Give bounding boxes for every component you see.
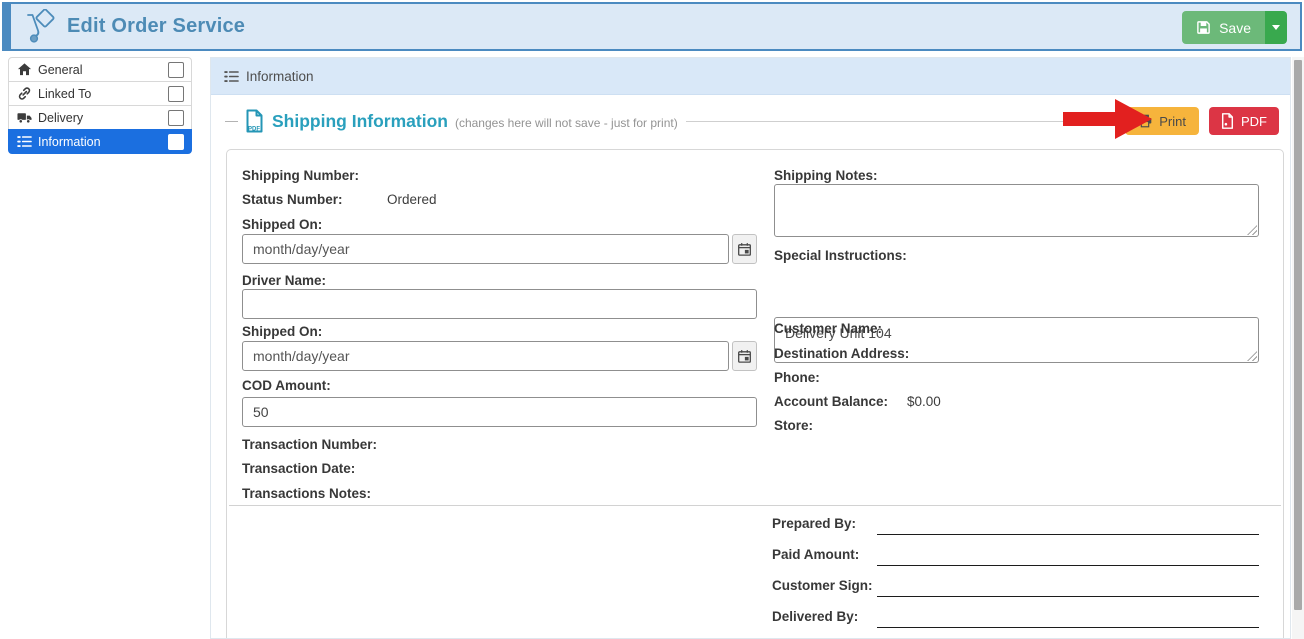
shipped-on-2-date-input[interactable] — [242, 341, 729, 371]
paid-amount-row: Paid Amount: — [772, 542, 1259, 573]
panel-header: Information — [211, 58, 1290, 95]
delivered-by-row: Delivered By: — [772, 604, 1259, 635]
home-icon — [17, 62, 32, 77]
shipped-on-2-label: Shipped On: — [242, 324, 322, 339]
paid-amount-line — [877, 565, 1259, 566]
pdf-button-label: PDF — [1241, 114, 1267, 129]
special-instructions-label: Special Instructions: — [774, 248, 907, 263]
section-divider — [229, 505, 1281, 506]
pdf-file-icon — [1221, 113, 1234, 129]
truck-icon — [17, 110, 32, 125]
shipped-on-2-date-group — [242, 341, 757, 371]
print-button-label: Print — [1159, 114, 1186, 129]
phone-label: Phone: — [774, 370, 820, 385]
cod-amount-label: COD Amount: — [242, 378, 331, 393]
account-balance-label: Account Balance: — [774, 394, 888, 409]
save-button-group: Save — [1182, 11, 1287, 44]
store-label: Store: — [774, 418, 813, 433]
paid-amount-label: Paid Amount: — [772, 547, 859, 562]
customer-sign-row: Customer Sign: — [772, 573, 1259, 604]
ordered-list-icon — [17, 134, 32, 149]
page-title: Edit Order Service — [67, 15, 245, 38]
shipping-notes-textarea[interactable] — [774, 184, 1259, 237]
legend-line — [686, 121, 1114, 122]
calendar-icon — [737, 349, 752, 364]
calendar-picker-button[interactable] — [732, 341, 757, 371]
sidebar-checkbox-delivery[interactable] — [168, 110, 184, 126]
title-bar: Edit Order Service Save — [2, 2, 1302, 51]
customer-sign-line — [877, 596, 1259, 597]
shipping-form: Shipping Number: Status Number: Ordered … — [226, 149, 1284, 639]
customer-sign-label: Customer Sign: — [772, 578, 873, 593]
sidebar-item-label: Linked To — [38, 87, 91, 101]
delivered-by-line — [877, 627, 1259, 628]
cod-amount-input[interactable] — [242, 397, 757, 427]
status-number-value: Ordered — [387, 192, 437, 207]
section-subtitle: (changes here will not save - just for p… — [455, 113, 678, 130]
panel-header-label: Information — [246, 69, 314, 84]
save-button-label: Save — [1219, 20, 1251, 36]
customer-name-label: Customer Name: — [774, 321, 882, 336]
sidebar-checkbox-information[interactable] — [168, 134, 184, 150]
sidebar: General Linked To Delivery — [8, 57, 192, 154]
save-button[interactable]: Save — [1182, 11, 1265, 44]
pdf-file-icon: PDF — [245, 109, 264, 133]
shipping-notes-wrap — [774, 184, 1259, 237]
sidebar-checkbox-linked-to[interactable] — [168, 86, 184, 102]
sidebar-item-linked-to[interactable]: Linked To — [8, 81, 192, 106]
shipping-information-legend: PDF Shipping Information (changes here w… — [225, 105, 1279, 137]
shipped-on-date-input[interactable] — [242, 234, 729, 264]
driver-name-label: Driver Name: — [242, 273, 326, 288]
destination-address-label: Destination Address: — [774, 346, 909, 361]
calendar-icon — [737, 242, 752, 257]
sidebar-item-general[interactable]: General — [8, 57, 192, 82]
sidebar-item-label: General — [38, 63, 82, 77]
sidebar-checkbox-general[interactable] — [168, 62, 184, 78]
calendar-picker-button[interactable] — [732, 234, 757, 264]
floppy-disk-icon — [1196, 20, 1211, 35]
pdf-button[interactable]: PDF — [1209, 107, 1279, 135]
signature-block: Prepared By: Paid Amount: Customer Sign:… — [772, 511, 1259, 635]
prepared-by-line — [877, 534, 1259, 535]
section-title: Shipping Information — [272, 111, 448, 132]
link-icon — [17, 86, 32, 101]
status-number-label: Status Number: — [242, 192, 343, 207]
prepared-by-row: Prepared By: — [772, 511, 1259, 542]
ordered-list-icon — [224, 69, 239, 84]
chevron-down-icon — [1272, 25, 1280, 30]
prepared-by-label: Prepared By: — [772, 516, 856, 531]
transaction-number-label: Transaction Number: — [242, 437, 377, 452]
delivered-by-label: Delivered By: — [772, 609, 858, 624]
vertical-scrollbar[interactable] — [1292, 57, 1304, 639]
shipping-number-label: Shipping Number: — [242, 168, 359, 183]
printer-icon — [1138, 114, 1152, 128]
sidebar-item-label: Information — [38, 135, 101, 149]
save-dropdown-button[interactable] — [1265, 11, 1287, 44]
hand-truck-icon — [23, 9, 59, 45]
legend-dash — [225, 121, 238, 122]
shipped-on-date-group — [242, 234, 757, 264]
account-balance-value: $0.00 — [907, 394, 941, 409]
driver-name-input[interactable] — [242, 289, 757, 319]
shipped-on-label: Shipped On: — [242, 217, 322, 232]
transactions-notes-label: Transactions Notes: — [242, 486, 371, 501]
sidebar-item-label: Delivery — [38, 111, 83, 125]
sidebar-item-information[interactable]: Information — [8, 129, 192, 154]
sidebar-item-delivery[interactable]: Delivery — [8, 105, 192, 130]
pdf-icon-text: PDF — [248, 127, 260, 133]
transaction-date-label: Transaction Date: — [242, 461, 355, 476]
scrollbar-thumb[interactable] — [1294, 60, 1302, 610]
information-panel: Information PDF Shipping Information (ch… — [210, 57, 1291, 639]
shipping-notes-label: Shipping Notes: — [774, 168, 878, 183]
print-button[interactable]: Print — [1125, 107, 1199, 135]
